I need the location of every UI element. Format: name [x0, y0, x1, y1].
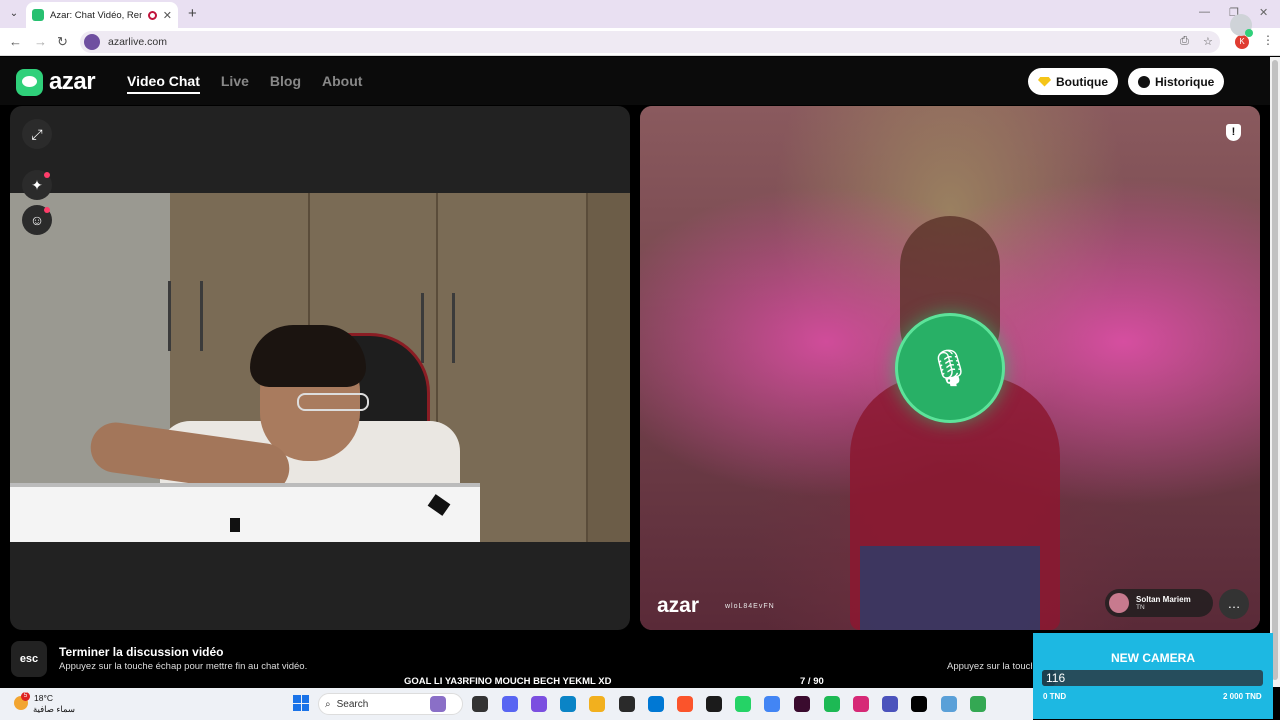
close-window-icon[interactable]: ✕ [1259, 6, 1268, 19]
next-chat-description: Appuyez sur la touch [947, 661, 1032, 672]
browser-menu-icon[interactable]: ⋮ [1262, 33, 1274, 47]
nav-video-chat[interactable]: Video Chat [127, 73, 200, 94]
partner-profile-chip[interactable]: Soltan Mariem TN [1105, 589, 1213, 617]
reload-icon[interactable]: ↻ [57, 34, 68, 50]
brave-icon[interactable] [677, 696, 693, 712]
tab-title: Azar: Chat Vidéo, Rencontr [50, 9, 142, 21]
search-icon: ⌕ [325, 698, 331, 710]
url-text: azarlive.com [108, 36, 167, 48]
back-icon[interactable]: ← [9, 34, 22, 49]
weather-badge: 5 [21, 692, 30, 701]
site-info-icon[interactable] [84, 34, 100, 50]
azar-watermark: azar [657, 594, 700, 617]
whiteboard [10, 483, 480, 542]
new-camera-goal-widget: NEW CAMERA 116 0 TND 2 000 TND [1033, 633, 1273, 719]
boutique-button[interactable]: Boutique [1028, 68, 1118, 95]
chrome-icon[interactable] [764, 696, 780, 712]
partner-country: TN [1136, 604, 1145, 611]
historique-button[interactable]: Historique [1128, 68, 1225, 95]
clock-icon [1138, 75, 1150, 88]
widget-progress-value: 116 [1046, 671, 1066, 685]
local-video-panel [10, 106, 630, 630]
azar-logo-text: azar [49, 68, 96, 95]
browser-tab-bar: ⌄ Azar: Chat Vidéo, Rencontr ✕ + — ❐ ✕ [0, 0, 1280, 28]
azar-favicon-icon [32, 9, 44, 21]
forward-icon[interactable]: → [34, 34, 47, 49]
edge-icon[interactable] [560, 696, 576, 712]
page-scrollbar-thumb[interactable] [1272, 60, 1278, 680]
outlook-icon[interactable] [648, 696, 664, 712]
partner-name: Soltan Mariem [1136, 595, 1191, 604]
windows-start-icon[interactable] [293, 695, 309, 711]
teams-icon[interactable] [882, 696, 898, 712]
copilot-icon[interactable] [531, 696, 547, 712]
whatsapp-icon[interactable] [735, 696, 751, 712]
end-chat-title: Terminer la discussion vidéo [59, 645, 224, 659]
goal-text: GOAL LI YA3RFINO MOUCH BECH YEKML XD [404, 676, 612, 687]
door-handle [200, 281, 203, 351]
install-app-icon[interactable]: ⎙ [1180, 35, 1189, 48]
main-nav: Video Chat Live Blog About [127, 73, 383, 94]
report-shield-icon[interactable]: ! [1226, 124, 1241, 141]
widgets-icon[interactable] [430, 696, 446, 712]
spotify-icon[interactable] [824, 696, 840, 712]
tab-search-chevron-icon[interactable]: ⌄ [6, 6, 22, 22]
address-bar-row: ← → ↻ azarlive.com ⎙ ☆ [0, 28, 1280, 56]
nav-live[interactable]: Live [221, 73, 249, 94]
file-explorer-icon[interactable] [589, 696, 605, 712]
chat-bubble-icon[interactable]: … [1219, 589, 1249, 619]
local-video-feed [10, 193, 630, 542]
diamond-icon [1038, 76, 1051, 87]
widget-progress-track [1042, 670, 1263, 686]
widget-title: NEW CAMERA [1111, 651, 1195, 665]
person-hair [250, 325, 366, 387]
discord-icon[interactable] [502, 696, 518, 712]
end-chat-description: Appuyez sur la touche échap pour mettre … [59, 661, 308, 672]
screen: ⌄ Azar: Chat Vidéo, Rencontr ✕ + — ❐ ✕ ←… [0, 0, 1280, 720]
weather-description: سماء صافية [33, 704, 75, 714]
app-icon[interactable] [706, 696, 722, 712]
widget-max-label: 2 000 TND [1223, 692, 1262, 701]
remote-person-jeans [860, 546, 1040, 630]
bookmark-star-icon[interactable]: ☆ [1203, 35, 1213, 48]
minimize-icon[interactable]: — [1199, 6, 1210, 18]
expand-icon[interactable]: ⤢ [22, 119, 52, 149]
task-view-icon[interactable] [472, 696, 488, 712]
omnibox[interactable]: azarlive.com [80, 31, 1220, 53]
door-handle [452, 293, 455, 363]
store-icon[interactable] [619, 696, 635, 712]
new-indicator-dot [44, 207, 50, 213]
browser-tab[interactable]: Azar: Chat Vidéo, Rencontr ✕ [26, 2, 178, 28]
nav-about[interactable]: About [322, 73, 362, 94]
search-label: Search [336, 698, 369, 710]
person-glasses [297, 393, 369, 411]
azar-header: azar Video Chat Live Blog About Boutique… [0, 57, 1270, 105]
widget-min-label: 0 TND [1043, 692, 1067, 701]
instagram-icon[interactable] [853, 696, 869, 712]
microphone-button[interactable]: 🎙 [895, 313, 1005, 423]
new-indicator-dot [44, 172, 50, 178]
recording-icon [147, 10, 157, 20]
door-handle [421, 293, 424, 363]
goal-count: 7 / 90 [800, 676, 824, 687]
door-handle [168, 281, 171, 351]
partner-avatar [1109, 593, 1129, 613]
premiere-icon[interactable] [794, 696, 810, 712]
photos-icon[interactable] [941, 696, 957, 712]
azar-logo-icon [16, 68, 43, 96]
nav-blog[interactable]: Blog [270, 73, 301, 94]
watermark-id: wloL84EvFN [725, 603, 775, 610]
capcut-icon[interactable] [911, 696, 927, 712]
profile-avatar[interactable]: K [1235, 35, 1249, 49]
azar-logo[interactable]: azar [16, 68, 96, 96]
historique-label: Historique [1155, 74, 1215, 89]
board-writing [230, 518, 240, 532]
boutique-label: Boutique [1056, 74, 1108, 89]
online-status-dot [1245, 29, 1253, 37]
esc-key-badge[interactable]: esc [11, 641, 47, 677]
weather-temperature: 18°C [34, 693, 53, 703]
close-tab-icon[interactable]: ✕ [163, 9, 172, 22]
new-tab-icon[interactable]: + [188, 5, 197, 22]
chrome-profile-icon[interactable] [970, 696, 986, 712]
